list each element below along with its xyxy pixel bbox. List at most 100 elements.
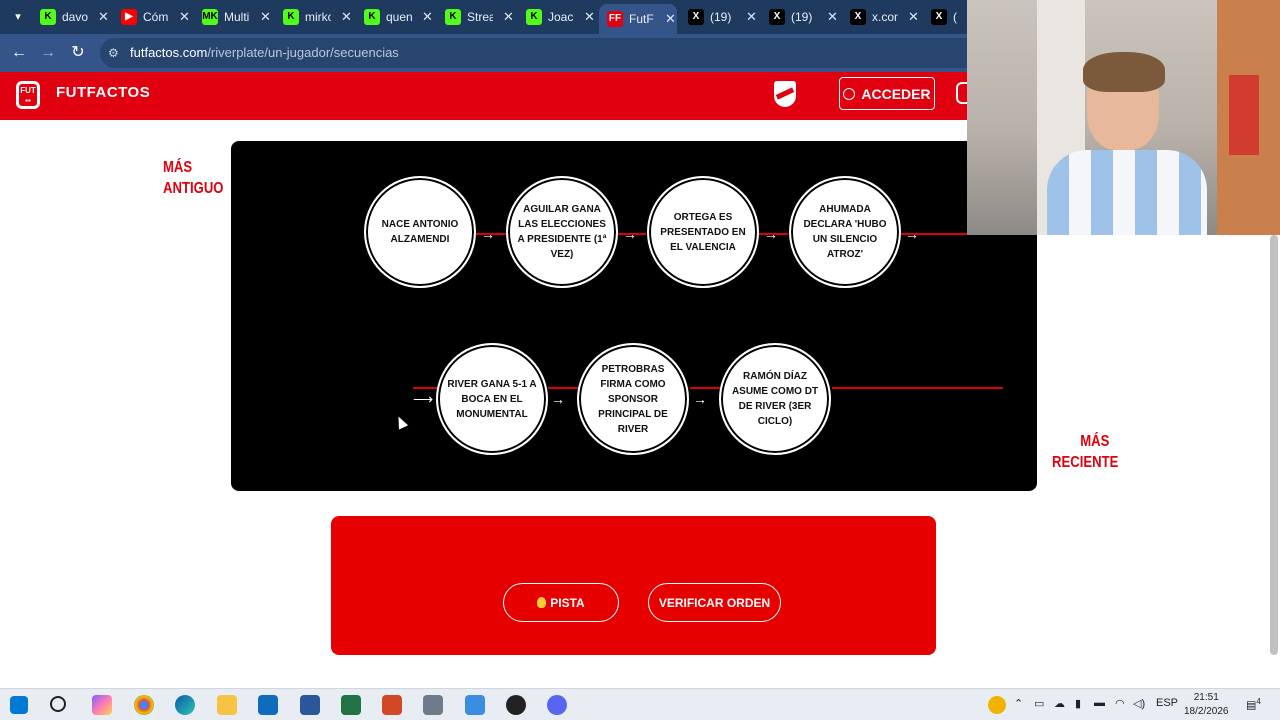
back-arrow-icon[interactable]: ← bbox=[8, 42, 30, 64]
windows-start-icon[interactable] bbox=[10, 696, 28, 714]
browser-tab[interactable]: ▶ Cóm ✕ bbox=[113, 4, 191, 30]
obs-icon[interactable] bbox=[506, 695, 526, 715]
close-tab-icon[interactable]: ✕ bbox=[341, 9, 352, 25]
actions-panel: PISTA VERIFICAR ORDEN bbox=[331, 516, 936, 655]
url-field[interactable]: ⚙ futfactos.com/riverplate/un-jugador/se… bbox=[100, 38, 1000, 68]
reload-icon[interactable]: ↻ bbox=[67, 42, 89, 64]
close-tab-icon[interactable]: ✕ bbox=[179, 9, 190, 25]
browser-tab[interactable]: Xx.con ✕ bbox=[842, 4, 920, 30]
event-card[interactable]: NACE ANTONIO ALZAMENDI bbox=[364, 176, 476, 288]
webcam-shirt bbox=[1047, 150, 1207, 235]
photos-icon[interactable] bbox=[465, 695, 485, 715]
close-tab-icon[interactable]: ✕ bbox=[746, 9, 757, 25]
cloud-icon[interactable]: ☁ bbox=[1054, 697, 1065, 710]
browser-tab[interactable]: X (19) ✕ bbox=[761, 4, 839, 30]
timeline-connector bbox=[690, 387, 720, 389]
hint-label: PISTA bbox=[550, 595, 585, 610]
windows-taskbar: ⌃ ▭ ☁ ▮ ▬ ◠ ◁) ESP 21:51 18/2/2026 ▤4 bbox=[0, 688, 1280, 720]
close-tab-icon[interactable]: ✕ bbox=[422, 9, 433, 25]
youtube-icon: ▶ bbox=[121, 9, 137, 25]
river-crest-icon[interactable] bbox=[774, 81, 796, 107]
verify-order-button[interactable]: VERIFICAR ORDEN bbox=[648, 583, 781, 622]
arrow-right-icon: → bbox=[764, 226, 778, 242]
event-card[interactable]: AGUILAR GANA LAS ELECCIONES A PRESIDENTE… bbox=[506, 176, 618, 288]
webcam-hair bbox=[1083, 52, 1165, 92]
user-icon bbox=[843, 87, 856, 100]
forward-arrow-icon[interactable]: → bbox=[37, 42, 59, 64]
newest-label: MÁS RECIENTE bbox=[1052, 433, 1119, 471]
outlook-icon[interactable] bbox=[258, 695, 278, 715]
kick-icon: K bbox=[40, 9, 56, 25]
battery-icon[interactable]: ▬ bbox=[1094, 697, 1105, 709]
discord-icon[interactable] bbox=[547, 695, 567, 715]
tab-label: davo bbox=[62, 10, 88, 24]
x-icon: X bbox=[688, 9, 704, 25]
tab-label: Strea bbox=[467, 10, 493, 24]
close-tab-icon[interactable]: ✕ bbox=[260, 9, 271, 25]
edge-icon[interactable] bbox=[175, 695, 195, 715]
event-text: NACE ANTONIO ALZAMENDI bbox=[381, 219, 459, 245]
lightbulb-icon bbox=[537, 597, 547, 608]
calculator-icon[interactable] bbox=[423, 695, 443, 715]
close-tab-icon[interactable]: ✕ bbox=[584, 9, 595, 25]
chrome-icon[interactable] bbox=[134, 695, 154, 715]
browser-tab[interactable]: K Strea ✕ bbox=[437, 4, 515, 30]
browser-tab[interactable]: Kmirko ✕ bbox=[275, 4, 353, 30]
microphone-icon[interactable]: ▮ bbox=[1075, 697, 1081, 710]
event-card[interactable]: PETROBRAS FIRMA COMO SPONSOR PRINCIPAL D… bbox=[577, 343, 689, 455]
site-brand[interactable]: FUTFACTOS bbox=[56, 84, 150, 101]
wifi-icon[interactable]: ◠ bbox=[1115, 697, 1125, 710]
site-info-icon[interactable]: ⚙ bbox=[108, 38, 119, 68]
event-card[interactable]: AHUMADA DECLARA 'HUBO UN SILENCIO ATROZ' bbox=[789, 176, 901, 288]
clock[interactable]: 21:51 18/2/2026 bbox=[1184, 691, 1229, 719]
url-host: futfactos.com bbox=[130, 45, 208, 60]
event-card[interactable]: RIVER GANA 5-1 A BOCA EN EL MONUMENTAL bbox=[436, 343, 548, 455]
event-card[interactable]: ORTEGA ES PRESENTADO EN EL VALENCIA bbox=[647, 176, 759, 288]
volume-icon[interactable]: ◁) bbox=[1133, 697, 1145, 710]
arrow-right-icon: → bbox=[551, 391, 565, 407]
event-text: RIVER GANA 5-1 A BOCA EN EL MONUMENTAL bbox=[447, 378, 537, 420]
tab-label: FutF bbox=[629, 12, 654, 26]
event-card[interactable]: RAMÓN DÍAZ ASUME COMO DT DE RIVER (3ER C… bbox=[719, 343, 831, 455]
powerpoint-icon[interactable] bbox=[382, 695, 402, 715]
close-tab-icon[interactable]: ✕ bbox=[908, 9, 919, 25]
page-scrollbar[interactable] bbox=[1270, 235, 1278, 655]
arrow-right-icon: ⟶ bbox=[413, 391, 434, 407]
event-text: AGUILAR GANA LAS ELECCIONES A PRESIDENTE… bbox=[517, 204, 607, 260]
close-tab-icon[interactable]: ✕ bbox=[665, 11, 676, 27]
close-tab-icon[interactable]: ✕ bbox=[503, 9, 514, 25]
browser-tab[interactable]: Kquen ✕ bbox=[356, 4, 434, 30]
tab-label: (19) bbox=[791, 10, 813, 24]
notifications-icon[interactable]: ▤4 bbox=[1246, 697, 1261, 712]
event-text: AHUMADA DECLARA 'HUBO UN SILENCIO ATROZ' bbox=[803, 204, 887, 260]
timeline-connector bbox=[548, 387, 578, 389]
chevron-up-icon[interactable]: ⌃ bbox=[1014, 697, 1023, 710]
browser-tab[interactable]: MK Multi ✕ bbox=[194, 4, 272, 30]
kick-icon: K bbox=[364, 9, 380, 25]
browser-tab[interactable]: K Joac ✕ bbox=[518, 4, 596, 30]
tab-search-dropdown-icon[interactable]: ▾ bbox=[8, 7, 28, 27]
x-icon: X bbox=[769, 9, 785, 25]
arrow-right-icon: → bbox=[905, 226, 919, 242]
timeline-connector bbox=[413, 387, 438, 389]
browser-tab[interactable]: Kdavo ✕ bbox=[32, 4, 110, 30]
tab-label: Multi bbox=[224, 10, 250, 24]
browser-tab[interactable]: FF FutF ✕ bbox=[599, 4, 677, 34]
tray-icon[interactable]: ▭ bbox=[1034, 697, 1044, 710]
excel-icon[interactable] bbox=[341, 695, 361, 715]
search-icon[interactable] bbox=[50, 696, 66, 712]
close-tab-icon[interactable]: ✕ bbox=[827, 9, 838, 25]
login-label: ACCEDER bbox=[861, 85, 931, 102]
file-explorer-icon[interactable] bbox=[217, 695, 237, 715]
browser-tab[interactable]: X (19) ✕ bbox=[680, 4, 758, 30]
close-tab-icon[interactable]: ✕ bbox=[98, 9, 109, 25]
help-icon[interactable] bbox=[988, 696, 1006, 714]
login-button[interactable]: ACCEDER bbox=[839, 77, 935, 110]
word-icon[interactable] bbox=[300, 695, 320, 715]
timeline-connector bbox=[832, 387, 1003, 389]
tab-label: quen bbox=[386, 10, 412, 24]
language-indicator[interactable]: ESP bbox=[1156, 697, 1178, 709]
hint-button[interactable]: PISTA bbox=[503, 583, 619, 622]
futfactos-logo-icon[interactable]: FUT ▪▪ bbox=[16, 81, 40, 109]
copilot-icon[interactable] bbox=[92, 695, 112, 715]
